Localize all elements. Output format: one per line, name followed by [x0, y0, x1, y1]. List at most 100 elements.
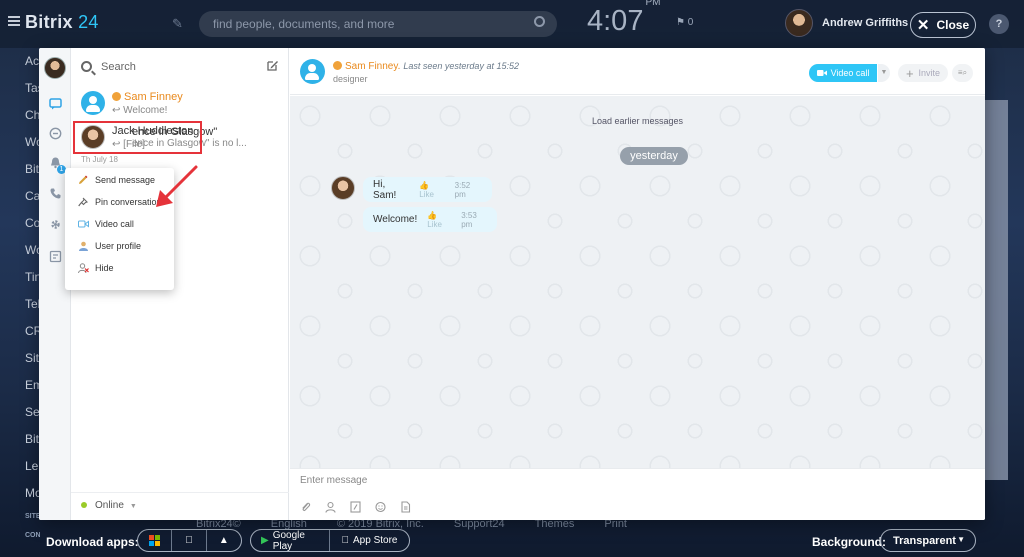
app-store-button[interactable]: App Store [330, 530, 409, 551]
flag-counter[interactable]: ⚑ 0 [676, 17, 693, 28]
menu-item-user-profile[interactable]: User profile [65, 236, 174, 256]
search-icon[interactable] [534, 16, 545, 27]
bg-menu-item[interactable]: Tin [0, 264, 40, 291]
background-right-panel [984, 100, 1008, 480]
video-call-button[interactable]: Video call [809, 64, 877, 82]
like-button[interactable]: 👍 Like [419, 181, 444, 199]
menu-item-label: User profile [95, 241, 142, 251]
smiley-icon[interactable] [375, 501, 386, 513]
extranet-icon [333, 61, 342, 70]
clock[interactable]: 4:07PM [587, 0, 660, 38]
mention-user-icon[interactable] [325, 501, 336, 513]
message-bubble: Welcome! 👍 Like 3:53 pm [363, 207, 497, 232]
edit-icon[interactable]: ✎ [172, 16, 183, 32]
avatar[interactable] [300, 59, 325, 84]
app-store-label: App Store [349, 535, 397, 546]
clock-time: 4:07 [587, 5, 644, 37]
background-select[interactable]: Transparent ▼ [880, 529, 976, 552]
background-left-menu: Ac Tas Ch Wo Bit Ca Co Wo Tin Tel CR Sit… [0, 48, 40, 545]
google-play-icon: ▶ [261, 535, 269, 546]
message-input-area[interactable]: Enter message [290, 468, 985, 520]
contact-search-input[interactable]: Search [81, 60, 281, 78]
annotation-arrow-icon [156, 165, 198, 207]
divider [71, 492, 289, 493]
bg-menu-item[interactable]: Se [0, 399, 40, 426]
windows-app-button[interactable] [138, 530, 173, 551]
highlight-box [73, 121, 202, 154]
plus-icon: + [905, 65, 914, 81]
bg-menu-item[interactable]: Bit [0, 426, 40, 453]
like-label: Like [427, 219, 442, 229]
search-icon [81, 61, 92, 72]
bg-menu-item[interactable]: Wo [0, 129, 40, 156]
list-item-sam-finney[interactable]: Sam Finney ↩ Welcome! [71, 89, 289, 123]
bg-menu-item[interactable]: Co [0, 210, 40, 237]
user-position: designer [333, 74, 368, 84]
message-bubble: Hi, Sam! 👍 Like 3:52 pm [363, 177, 492, 202]
bg-menu-item[interactable]: Ch [0, 102, 40, 129]
like-button[interactable]: 👍 Like [427, 211, 451, 229]
download-apps-label: Download apps: [46, 535, 139, 549]
google-play-button[interactable]: ▶ Google Play [251, 529, 331, 552]
date-separator: yesterday [620, 147, 688, 165]
last-seen: Last seen yesterday at 15:52 [403, 61, 519, 71]
open-channels-icon[interactable] [49, 127, 62, 140]
global-search-input[interactable]: find people, documents, and more [199, 11, 557, 37]
phone-icon[interactable] [49, 187, 62, 200]
bitrix24-logo[interactable]: Bitrix 24 [25, 12, 99, 33]
message-time: 3:53 pm [461, 210, 477, 229]
contact-name: Sam Finney [112, 91, 183, 103]
bg-menu-item[interactable]: Bit [0, 156, 40, 183]
contact-name-text: Sam Finney [124, 91, 183, 103]
invite-button[interactable]: + Invite [898, 64, 948, 82]
close-button-label: Close [936, 18, 970, 32]
last-message: ↩ Welcome! [112, 105, 167, 116]
format-text-icon[interactable] [350, 501, 361, 513]
close-button[interactable]: ✕ Close [910, 12, 976, 38]
chat-icon[interactable] [49, 97, 62, 110]
video-camera-icon [816, 70, 827, 76]
background-value: Transparent [893, 535, 956, 547]
google-play-label: Google Play [272, 529, 305, 552]
messenger-window: 1 Search Sam Finney ↩ Welcome! Jack Hudd… [39, 48, 985, 520]
menu-item-video-call[interactable]: Video call [65, 214, 174, 234]
avatar[interactable] [785, 9, 813, 37]
bg-menu-item[interactable]: Tel [0, 291, 40, 318]
search-history-icon[interactable]: ≡⌕ [952, 64, 973, 82]
bg-menu-item[interactable]: CR [0, 318, 40, 345]
gear-icon[interactable] [49, 218, 62, 231]
bg-menu-item[interactable]: Em [0, 372, 40, 399]
mobile-apps-group: ▶Google Play App Store [250, 529, 410, 552]
footer-bar: Download apps:  ▲ ▶Google Play App Sto… [0, 526, 1024, 557]
top-bar: Bitrix 24 ✎ find people, documents, and … [0, 0, 1024, 48]
chat-title[interactable]: Sam Finney. Last seen yesterday at 15:52 [333, 61, 519, 72]
bg-menu-item[interactable]: Ac [0, 48, 40, 75]
help-icon[interactable]: ? [989, 14, 1009, 34]
chat-header: Sam Finney. Last seen yesterday at 15:52 … [290, 48, 985, 95]
avatar[interactable] [44, 57, 66, 79]
mac-app-button[interactable]:  [172, 530, 207, 551]
hamburger-menu-icon[interactable] [8, 16, 20, 26]
bg-menu-item[interactable]: Tas [0, 75, 40, 102]
task-list-icon[interactable] [49, 250, 62, 263]
attach-file-icon[interactable] [300, 501, 311, 513]
menu-item-label: Hide [95, 263, 114, 273]
document-icon[interactable] [400, 501, 411, 513]
menu-item-hide[interactable]: Hide [65, 258, 174, 278]
windows-icon [149, 535, 161, 546]
load-earlier-link[interactable]: Load earlier messages [290, 116, 985, 126]
bg-menu-item[interactable]: Ca [0, 183, 40, 210]
avatar[interactable] [331, 176, 355, 200]
bg-menu-section-site: SITE [25, 513, 40, 520]
video-camera-icon [78, 220, 89, 228]
date-separator: Th July 18 [81, 155, 118, 164]
bg-menu-item[interactable]: Wo [0, 237, 40, 264]
new-chat-icon[interactable] [266, 59, 279, 72]
current-user-name[interactable]: Andrew Griffiths [822, 17, 908, 29]
linux-app-button[interactable]: ▲ [207, 530, 241, 551]
bg-menu-item[interactable]: Sit [0, 345, 40, 372]
bg-menu-item[interactable]: Le [0, 453, 40, 480]
status-selector[interactable]: Online ▼ [81, 500, 137, 511]
bg-menu-item[interactable]: Mo [0, 480, 40, 507]
chevron-down-icon[interactable]: ▼ [878, 64, 890, 82]
